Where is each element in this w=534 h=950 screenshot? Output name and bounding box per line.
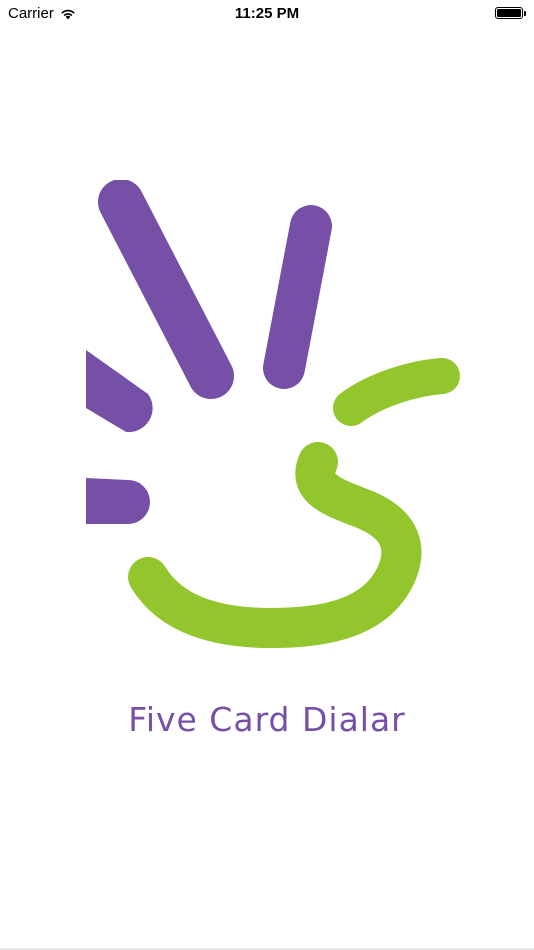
logo-ray-lower-left xyxy=(86,478,150,524)
battery-full-icon xyxy=(495,7,526,19)
logo-ray-upper xyxy=(263,205,332,389)
status-time: 11:25 PM xyxy=(234,5,300,22)
logo-dash xyxy=(333,358,460,426)
battery-tip xyxy=(524,10,526,16)
logo-ray-top xyxy=(98,180,234,399)
battery-body xyxy=(495,7,523,19)
status-bar: Carrier 11:25 PM xyxy=(0,0,534,28)
logo-smile xyxy=(128,442,422,649)
hand-smile-logo xyxy=(86,180,460,649)
logo-ray-left xyxy=(86,350,153,433)
battery-fill xyxy=(497,9,521,17)
app-title: Five Card Dialar xyxy=(128,700,406,739)
